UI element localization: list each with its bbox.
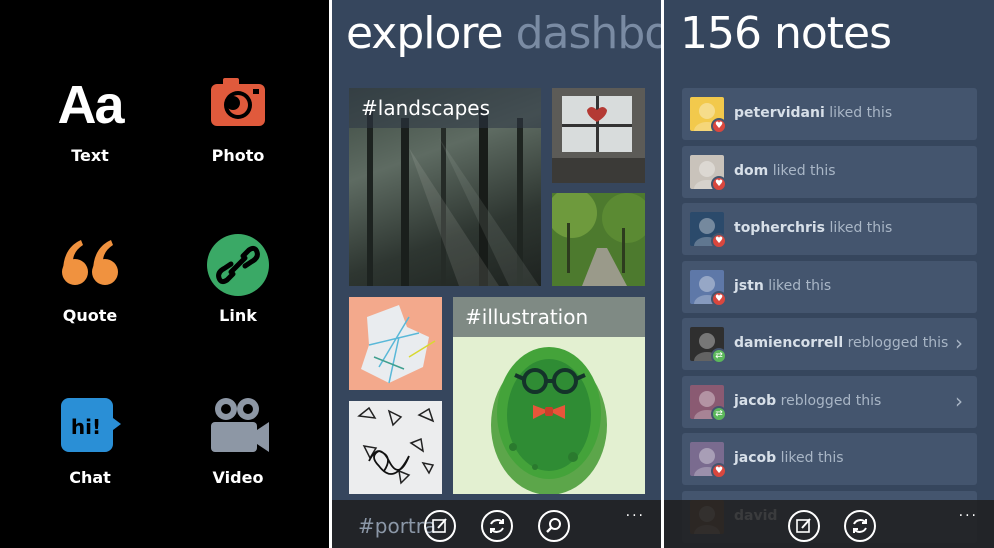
green-path-tile[interactable] bbox=[552, 193, 645, 286]
note-text: jacob liked this bbox=[734, 450, 844, 466]
sketch-tile[interactable] bbox=[349, 401, 442, 494]
post-type-link[interactable]: Link bbox=[178, 230, 298, 325]
svg-text:hi!: hi! bbox=[71, 415, 101, 439]
note-username[interactable]: jstn bbox=[734, 278, 764, 294]
note-item[interactable]: ♥ petervidani liked this bbox=[682, 88, 977, 140]
post-type-label: Link bbox=[219, 306, 257, 325]
chevron-right-icon[interactable]: › bbox=[955, 331, 963, 355]
note-text: jstn liked this bbox=[734, 278, 831, 294]
abstract-image bbox=[349, 297, 442, 390]
explore-panel: explore dashbo #landscapes #illustration… bbox=[332, 0, 661, 548]
note-action: liked this bbox=[829, 220, 893, 236]
post-type-video[interactable]: Video bbox=[178, 392, 298, 487]
compose-button[interactable] bbox=[788, 510, 820, 542]
note-username[interactable]: jacob bbox=[734, 393, 776, 409]
note-action: liked this bbox=[780, 450, 844, 466]
note-item[interactable]: ♥ dom liked this bbox=[682, 145, 977, 198]
heart-icon: ♥ bbox=[711, 233, 727, 249]
reblog-icon: ⇄ bbox=[711, 405, 727, 422]
app-bar: #portra ... bbox=[332, 500, 661, 548]
note-item[interactable]: ♥ jstn liked this bbox=[682, 260, 977, 313]
note-item[interactable]: ⇄ damiencorrell reblogged this › bbox=[682, 318, 977, 370]
note-username[interactable]: topherchris bbox=[734, 220, 825, 236]
more-menu-button[interactable]: ... bbox=[959, 504, 978, 520]
post-type-label: Quote bbox=[62, 306, 118, 325]
heart-icon: ♥ bbox=[711, 290, 727, 307]
note-username[interactable]: jacob bbox=[734, 450, 776, 466]
notes-title: 156 notes bbox=[680, 8, 892, 59]
chat-icon: hi! bbox=[55, 392, 125, 462]
landscapes-tile[interactable]: #landscapes bbox=[349, 88, 541, 286]
path-image bbox=[552, 193, 645, 286]
chevron-right-icon[interactable]: › bbox=[955, 389, 963, 413]
illustration-tag: #illustration bbox=[453, 297, 645, 337]
note-text: jacob reblogged this bbox=[734, 393, 881, 409]
refresh-button[interactable] bbox=[844, 510, 876, 542]
note-action: reblogged this bbox=[780, 392, 882, 409]
post-type-chat[interactable]: hi! Chat bbox=[30, 392, 150, 487]
search-icon bbox=[546, 518, 561, 533]
heart-icon: ♥ bbox=[711, 118, 727, 134]
page-title: explore dashbo bbox=[346, 8, 661, 59]
note-text: topherchris liked this bbox=[734, 220, 892, 236]
illustration-tile[interactable]: #illustration bbox=[453, 297, 645, 494]
notes-panel: 156 notes ♥ petervidani liked this ♥ dom li… bbox=[664, 0, 994, 548]
post-type-text[interactable]: Aa Text bbox=[30, 70, 150, 165]
note-action: reblogged this bbox=[847, 335, 949, 351]
note-action: liked this bbox=[772, 162, 836, 179]
next-pivot-title[interactable]: dashbo bbox=[516, 8, 661, 59]
text-aa-icon: Aa bbox=[57, 75, 124, 135]
app-bar: ... bbox=[664, 500, 994, 548]
note-username[interactable]: damiencorrell bbox=[734, 335, 843, 351]
link-icon bbox=[203, 230, 273, 300]
post-type-quote[interactable]: Quote bbox=[30, 230, 150, 325]
post-type-label: Text bbox=[71, 146, 109, 165]
note-text: damiencorrell reblogged this bbox=[734, 335, 948, 351]
video-camera-icon bbox=[203, 392, 273, 462]
window-image bbox=[552, 88, 645, 183]
post-type-label: Video bbox=[212, 468, 264, 487]
quote-icon bbox=[55, 230, 125, 300]
explore-title: explore bbox=[346, 8, 504, 59]
abstract-illustration-tile[interactable] bbox=[349, 297, 442, 390]
compose-button[interactable] bbox=[424, 510, 456, 542]
refresh-icon bbox=[490, 519, 504, 533]
note-text: petervidani liked this bbox=[734, 105, 892, 121]
note-text: dom liked this bbox=[734, 163, 836, 179]
post-type-photo[interactable]: Photo bbox=[178, 70, 298, 165]
camera-icon bbox=[203, 70, 273, 140]
sketch-image bbox=[349, 401, 442, 494]
reblog-icon: ⇄ bbox=[711, 348, 727, 364]
window-photo-tile[interactable] bbox=[552, 88, 645, 183]
note-item[interactable]: ⇄ jacob reblogged this › bbox=[682, 375, 977, 428]
note-action: liked this bbox=[829, 105, 893, 121]
landscapes-tag: #landscapes bbox=[349, 88, 541, 128]
compose-icon bbox=[432, 518, 447, 533]
post-type-panel: Aa Text Photo Quote Link hi! Chat Video bbox=[0, 0, 329, 548]
note-username[interactable]: petervidani bbox=[734, 105, 825, 121]
note-item[interactable]: ♥ jacob liked this bbox=[682, 433, 977, 485]
refresh-button[interactable] bbox=[481, 510, 513, 542]
note-action: liked this bbox=[768, 277, 832, 294]
heart-icon: ♥ bbox=[711, 463, 727, 479]
compose-icon bbox=[796, 518, 811, 533]
post-type-label: Photo bbox=[211, 146, 265, 165]
heart-icon: ♥ bbox=[711, 175, 727, 192]
search-button[interactable] bbox=[538, 510, 570, 542]
note-item[interactable]: ♥ topherchris liked this bbox=[682, 203, 977, 255]
more-menu-button[interactable]: ... bbox=[626, 504, 645, 520]
note-username[interactable]: dom bbox=[734, 163, 768, 179]
post-type-label: Chat bbox=[69, 468, 111, 487]
refresh-icon bbox=[853, 519, 867, 533]
